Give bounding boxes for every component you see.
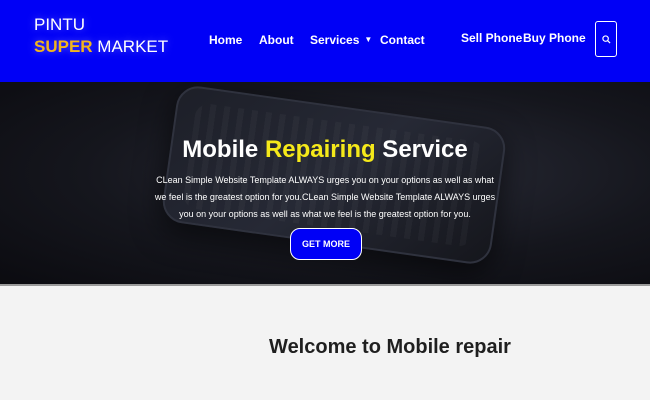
nav-about[interactable]: About <box>259 33 294 47</box>
caret-down-icon: ▼ <box>364 35 373 44</box>
welcome-heading: Welcome to Mobile repair <box>269 336 511 358</box>
get-more-button[interactable]: GET MORE <box>290 228 362 260</box>
logo-line-1: PINTU <box>34 15 85 34</box>
hero-title-post: Service <box>375 136 468 163</box>
nav-contact[interactable]: Contact <box>380 33 425 47</box>
nav-buy-phone[interactable]: Buy Phone <box>523 31 586 45</box>
hero-description: CLean Simple Website Template ALWAYS urg… <box>154 175 496 219</box>
hero-banner: Mobile Repairing Service CLean Simple We… <box>0 82 650 284</box>
logo-accent: SUPER <box>34 37 93 56</box>
nav-sell-phone[interactable]: Sell Phone <box>461 31 522 45</box>
site-logo[interactable]: PINTU SUPER MARKET <box>34 14 168 58</box>
nav-services[interactable]: Services ▼ <box>310 33 372 47</box>
navbar: PINTU SUPER MARKET Home About Services ▼ … <box>0 0 650 82</box>
nav-home[interactable]: Home <box>209 33 242 47</box>
nav-services-label: Services <box>310 33 360 47</box>
search-icon <box>601 34 611 44</box>
hero-title-pre: Mobile <box>182 136 265 163</box>
section-divider <box>0 284 650 286</box>
logo-line-2: SUPER MARKET <box>34 36 168 58</box>
hero-title-accent: Repairing <box>264 136 376 163</box>
logo-rest: MARKET <box>92 37 169 56</box>
hero-title: Mobile Repairing Service <box>0 136 650 164</box>
search-button[interactable] <box>595 21 617 57</box>
